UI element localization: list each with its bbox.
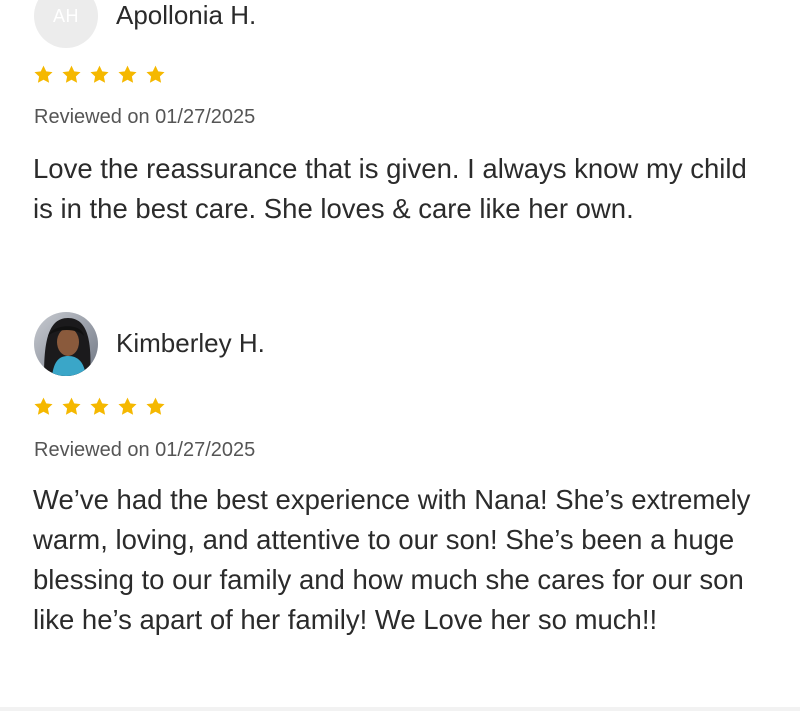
review-text: Love the reassurance that is given. I al… [33, 153, 747, 224]
reviewer-header: Kimberley H. [0, 312, 800, 376]
reviewer-name: Apollonia H. [116, 0, 257, 30]
review-text: We’ve had the best experience with Nana!… [33, 484, 751, 635]
avatar: AH [34, 0, 98, 48]
avatar [34, 312, 98, 376]
reviewer-header: AH Apollonia H. [0, 0, 800, 48]
avatar-photo [34, 312, 98, 376]
review-card: AH Apollonia H. Reviewed on 01/27/2025 L… [0, 0, 800, 224]
star-icon [118, 397, 137, 415]
star-icon [146, 65, 165, 83]
star-icon [34, 397, 53, 415]
reviewer-name: Kimberley H. [116, 328, 265, 358]
star-rating [33, 396, 166, 417]
review-date: Reviewed on 01/27/2025 [34, 439, 256, 461]
star-icon [90, 397, 109, 415]
avatar-initials: AH [52, 5, 79, 26]
star-icon [146, 397, 165, 415]
divider [0, 707, 800, 711]
review-card: Kimberley H. Reviewed on 01/27/2025 We’v… [0, 312, 800, 635]
star-icon [62, 65, 81, 83]
star-icon [62, 397, 81, 415]
star-icon [34, 65, 53, 83]
star-icon [118, 65, 137, 83]
review-date: Reviewed on 01/27/2025 [34, 106, 256, 128]
star-rating [33, 64, 166, 85]
star-icon [90, 65, 109, 83]
